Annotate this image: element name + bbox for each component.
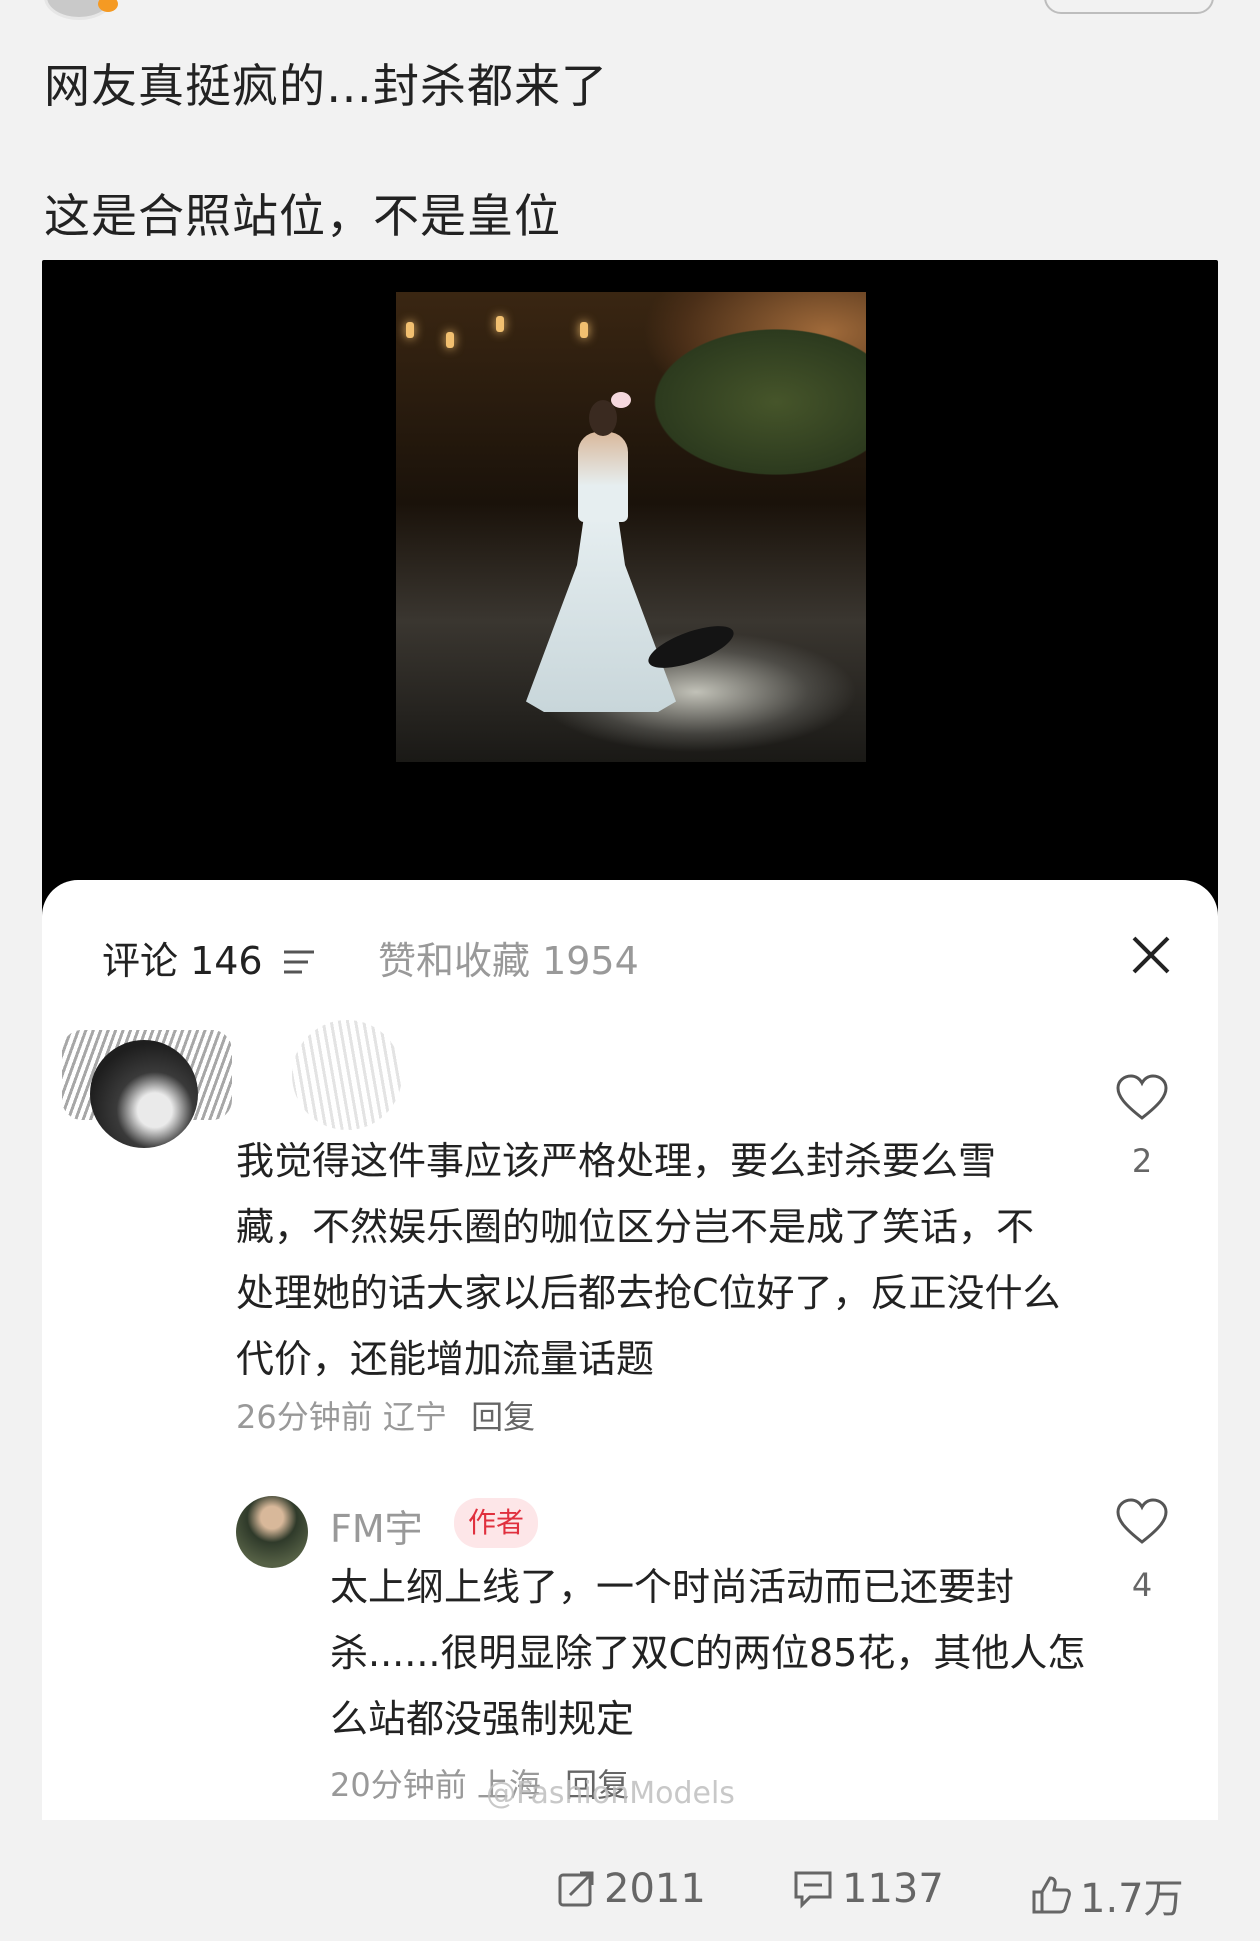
share-button[interactable]: 2011 xyxy=(556,1866,706,1912)
watermark: @FashionModels xyxy=(486,1776,735,1811)
like-count-total: 1.7万 xyxy=(1080,1876,1184,1922)
comment-location: 辽宁 xyxy=(382,1398,447,1436)
reply-button[interactable]: 回复 xyxy=(471,1398,535,1436)
comment-time: 26分钟前 xyxy=(236,1398,373,1436)
tab-likes-favorites[interactable]: 赞和收藏 1954 xyxy=(378,930,639,985)
comment-icon xyxy=(794,1871,832,1909)
post-photo[interactable] xyxy=(396,292,866,762)
comment-count: 1137 xyxy=(842,1866,944,1912)
comments-panel: 评论 146 赞和收藏 1954 我觉得这件事应该严格处理，要么封杀要么雪藏，不… xyxy=(42,880,1218,1820)
comment-button[interactable]: 1137 xyxy=(792,1866,944,1912)
like-count: 4 xyxy=(1131,1566,1153,1604)
like-button[interactable]: 1.7万 xyxy=(1030,1866,1184,1924)
verified-badge-icon xyxy=(98,0,118,12)
like-count: 2 xyxy=(1131,1142,1153,1180)
redaction-scribble xyxy=(292,1020,402,1130)
follow-button[interactable] xyxy=(1044,0,1214,14)
author-badge: 作者 xyxy=(454,1498,539,1548)
reply-time: 20分钟前 xyxy=(330,1766,467,1804)
heart-icon[interactable] xyxy=(1116,1498,1168,1546)
post-text-line-1: 网友真挺疯的…封杀都来了 xyxy=(44,59,608,113)
tab-comments[interactable]: 评论 146 xyxy=(102,930,263,985)
comment-meta: 26分钟前 辽宁 回复 xyxy=(236,1392,535,1438)
thumbs-up-icon xyxy=(1032,1876,1071,1914)
share-count: 2011 xyxy=(604,1866,706,1912)
reply-text: 太上纲上线了，一个时尚活动而已还要封杀......很明显除了双C的两位85花，其… xyxy=(330,1565,1086,1741)
close-icon[interactable] xyxy=(1128,932,1174,978)
post-media[interactable] xyxy=(42,260,1218,920)
heart-icon[interactable] xyxy=(1116,1074,1168,1122)
comment-avatar[interactable] xyxy=(90,1040,198,1148)
post-text-line-2: 这是合照站位，不是皇位 xyxy=(44,189,561,243)
comment-text: 我觉得这件事应该严格处理，要么封杀要么雪藏，不然娱乐圈的咖位区分岂不是成了笑话，… xyxy=(236,1139,1061,1381)
bottom-action-bar: 2011 1137 1.7万 xyxy=(0,1866,1260,1941)
filter-icon[interactable] xyxy=(282,948,316,976)
author-name[interactable]: FM宇 xyxy=(330,1498,423,1553)
share-icon xyxy=(558,1871,594,1907)
author-avatar[interactable] xyxy=(236,1496,308,1568)
